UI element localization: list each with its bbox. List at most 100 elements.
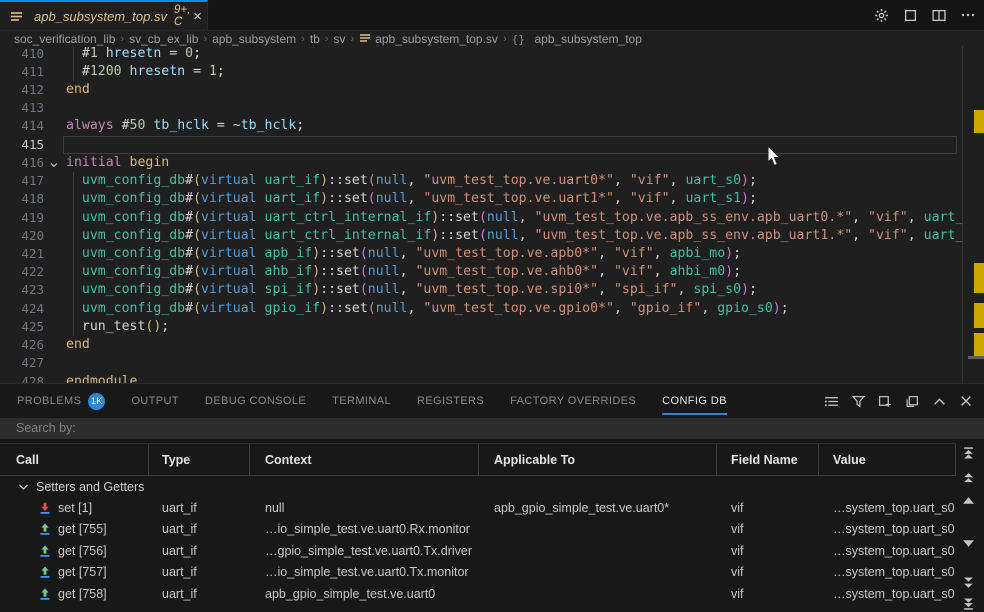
cell-value: …system_top.uart_s0 — [819, 519, 956, 541]
code-line[interactable]: uvm_config_db#(virtual uart_if)::set(nul… — [66, 190, 984, 208]
table-row[interactable]: get [756]uart_if…gpio_simple_test.ve.uar… — [0, 540, 956, 562]
code-line[interactable] — [66, 354, 984, 372]
panel-tab-config-db[interactable]: CONFIG DB — [662, 384, 727, 418]
search-input[interactable]: Search by: — [0, 418, 984, 439]
code-line[interactable]: end — [66, 336, 984, 354]
breadcrumb-item-apb-subsystem-top[interactable]: {} apb_subsystem_top — [512, 32, 642, 46]
panel-tab-registers[interactable]: REGISTERS — [417, 384, 484, 418]
column-header-field-name[interactable]: Field Name — [717, 444, 819, 475]
overview-ruler-modified-mark — [974, 333, 984, 357]
duplicate-icon[interactable] — [904, 393, 920, 409]
breadcrumb-item-sv-cb-ex-lib[interactable]: sv_cb_ex_lib — [129, 32, 198, 46]
page-down-icon[interactable] — [962, 576, 976, 588]
cell-applicable-to — [479, 562, 717, 584]
code-line[interactable]: #1 hresetn = 0; — [66, 46, 984, 63]
line-number: 416 — [0, 154, 44, 172]
symbol-braces-icon: {} — [512, 33, 532, 46]
line-number: 424 — [0, 300, 44, 318]
code-line[interactable]: uvm_config_db#(virtual uart_ctrl_interna… — [66, 209, 984, 227]
cell-type: uart_if — [149, 583, 250, 605]
filter-icon[interactable] — [850, 393, 866, 409]
code-line[interactable] — [66, 136, 984, 154]
breadcrumb-separator: › — [203, 33, 207, 45]
get-call-icon — [38, 522, 52, 536]
editor-tab[interactable]: apb_subsystem_top.sv 9+, C × — [0, 0, 208, 30]
column-header-call[interactable]: Call — [0, 444, 149, 475]
panel-tab-output[interactable]: OUTPUT — [131, 384, 179, 418]
panel-tab-terminal[interactable]: TERMINAL — [332, 384, 391, 418]
close-panel-icon[interactable] — [958, 393, 974, 409]
line-number: 428 — [0, 373, 44, 383]
row-up-icon[interactable] — [962, 496, 976, 508]
code-line[interactable]: run_test(); — [66, 318, 984, 336]
code-line[interactable]: uvm_config_db#(virtual uart_if)::set(nul… — [66, 172, 984, 190]
code-line[interactable]: endmodule — [66, 373, 984, 383]
editor-scrollbar-border — [962, 46, 963, 383]
cell-type: uart_if — [149, 497, 250, 519]
cell-context: apb_gpio_simple_test.ve.uart0 — [250, 583, 479, 605]
table-row[interactable]: get [755]uart_if…io_simple_test.ve.uart0… — [0, 519, 956, 541]
breadcrumb-item-tb[interactable]: tb — [310, 32, 320, 46]
page-up-icon[interactable] — [962, 472, 976, 484]
new-window-icon[interactable] — [877, 393, 893, 409]
close-tab-icon[interactable]: × — [190, 8, 205, 25]
get-call-icon — [38, 565, 52, 579]
breadcrumb: soc_verification_lib › sv_cb_ex_lib › apb_su… — [0, 31, 984, 46]
settings-icon[interactable] — [873, 7, 889, 23]
panel-tab-factory-overrides[interactable]: FACTORY OVERRIDES — [510, 384, 636, 418]
code-line[interactable]: always #50 tb_hclk = ~tb_hclk; — [66, 117, 984, 135]
scrollbar-thumb-end — [968, 356, 984, 359]
breadcrumb-separator: › — [503, 33, 507, 45]
code-line[interactable]: uvm_config_db#(virtual spi_if)::set(null… — [66, 281, 984, 299]
cell-context: null — [250, 497, 479, 519]
cell-value: …system_top.uart_s0 — [819, 562, 956, 584]
column-header-applicable-to[interactable]: Applicable To — [479, 444, 717, 475]
table-row[interactable]: set [1]uart_ifnullapb_gpio_simple_test.v… — [0, 497, 956, 519]
breadcrumb-item-apb-subsystem-top-sv[interactable]: apb_subsystem_top.sv — [359, 32, 498, 46]
code-line[interactable]: uvm_config_db#(virtual uart_ctrl_interna… — [66, 227, 984, 245]
column-header-context[interactable]: Context — [250, 444, 479, 475]
panel-tab-debug-console[interactable]: DEBUG CONSOLE — [205, 384, 306, 418]
cell-call: set [1] — [0, 497, 149, 519]
overview-ruler-modified-mark — [974, 110, 984, 133]
cell-field: vif — [717, 519, 819, 541]
table-body: Setters and Gettersset [1]uart_ifnullapb… — [0, 476, 956, 605]
panel-tab-problems[interactable]: PROBLEMS1K — [17, 384, 105, 418]
table-row[interactable]: get [758]uart_ifapb_gpio_simple_test.ve.… — [0, 583, 956, 605]
code-line[interactable] — [66, 99, 984, 117]
code-line[interactable]: uvm_config_db#(virtual apb_if)::set(null… — [66, 245, 984, 263]
restore-icon[interactable] — [902, 7, 918, 23]
code-line[interactable]: uvm_config_db#(virtual gpio_if)::set(nul… — [66, 300, 984, 318]
breadcrumb-item-soc-verification-lib[interactable]: soc_verification_lib — [14, 32, 115, 46]
scroll-bottom-icon[interactable] — [962, 597, 976, 609]
code-editor[interactable]: 410 #1 hresetn = 0;411 #1200 hresetn = 1… — [0, 46, 984, 383]
line-number: 415 — [0, 136, 44, 154]
tab-title: apb_subsystem_top.sv — [34, 9, 167, 24]
scroll-top-icon[interactable] — [962, 447, 976, 459]
tree-view-icon[interactable] — [823, 393, 839, 409]
line-number: 417 — [0, 172, 44, 190]
column-header-value[interactable]: Value — [819, 444, 956, 475]
more-icon[interactable] — [960, 7, 976, 23]
breadcrumb-item-sv[interactable]: sv — [334, 32, 346, 46]
indent-guide — [73, 172, 74, 336]
column-header-type[interactable]: Type — [149, 444, 250, 475]
row-down-icon[interactable] — [962, 539, 976, 551]
cell-context: …gpio_simple_test.ve.uart0.Tx.driver — [250, 540, 479, 562]
split-editor-icon[interactable] — [931, 7, 947, 23]
table-header: CallTypeContextApplicable ToField NameVa… — [0, 443, 956, 476]
fold-chevron-icon[interactable]: ⌄ — [47, 154, 61, 172]
cell-type: uart_if — [149, 519, 250, 541]
breadcrumb-item-apb-subsystem[interactable]: apb_subsystem — [212, 32, 296, 46]
get-call-icon — [38, 544, 52, 558]
line-number: 412 — [0, 81, 44, 99]
maximize-panel-icon[interactable] — [931, 393, 947, 409]
table-row[interactable]: get [757]uart_if…io_simple_test.ve.uart0… — [0, 562, 956, 584]
code-line[interactable]: uvm_config_db#(virtual ahb_if)::set(null… — [66, 263, 984, 281]
code-line[interactable]: initial begin — [66, 154, 984, 172]
code-line[interactable]: end — [66, 81, 984, 99]
table-group-setters-and-getters[interactable]: Setters and Getters — [0, 476, 956, 497]
code-line[interactable]: #1200 hresetn = 1; — [66, 63, 984, 81]
cell-value: …system_top.uart_s0 — [819, 497, 956, 519]
line-number: 420 — [0, 227, 44, 245]
